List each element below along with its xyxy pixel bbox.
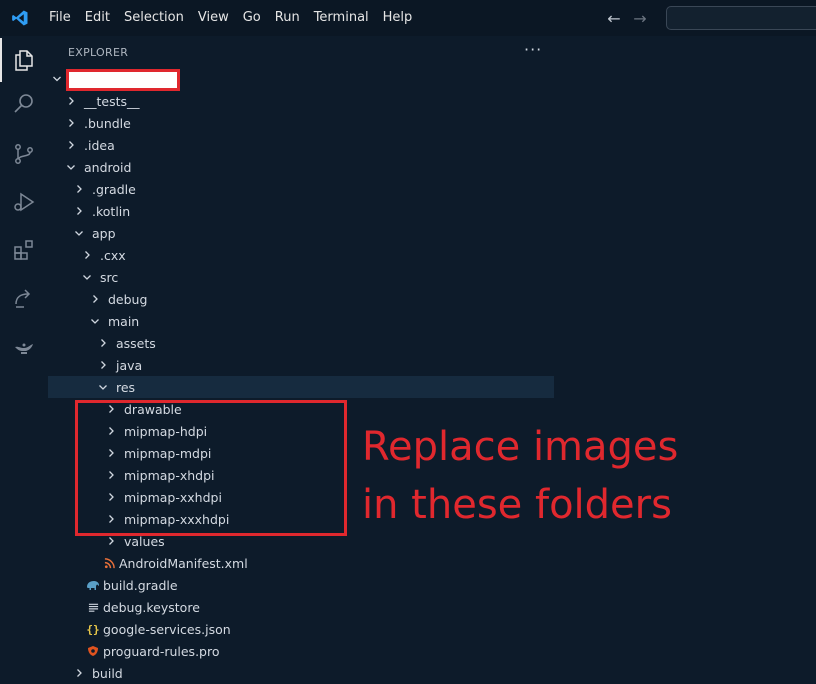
menu-view[interactable]: View (191, 0, 236, 36)
chevron-right-icon[interactable] (66, 118, 80, 128)
tree-item-label: debug.keystore (103, 599, 200, 615)
tree-folder-assets[interactable]: assets (48, 332, 554, 354)
tree-item-label: main (108, 313, 140, 329)
menu-selection[interactable]: Selection (117, 0, 191, 36)
annotation-text: Replace images in these folders (362, 418, 678, 534)
tree-folder-java[interactable]: java (48, 354, 554, 376)
tree-folder-build[interactable]: build (48, 662, 554, 684)
tree-item-label: __tests__ (84, 93, 140, 109)
tree-folder-bundle[interactable]: .bundle (48, 112, 554, 134)
tree-file-build-gradle[interactable]: build.gradle (48, 574, 554, 596)
annotation-line-1: Replace images (362, 424, 679, 470)
tree-item-label: .kotlin (92, 203, 131, 219)
command-center-search[interactable] (666, 6, 816, 30)
tree-item-label: .gradle (92, 181, 136, 197)
tree-folder-tests[interactable]: __tests__ (48, 90, 554, 112)
tree-folder-gradle[interactable]: .gradle (48, 178, 554, 200)
menu-go[interactable]: Go (236, 0, 268, 36)
tree-item-label: .idea (84, 137, 115, 153)
menu-run[interactable]: Run (268, 0, 307, 36)
tree-folder-kotlin[interactable]: .kotlin (48, 200, 554, 222)
tree-folder-main[interactable]: main (48, 310, 554, 332)
navigation-arrows: ← → (606, 0, 648, 36)
explorer-header: EXPLORER (68, 46, 129, 59)
tree-item-label: .bundle (84, 115, 131, 131)
activity-bar (0, 36, 48, 680)
tree-folder-res[interactable]: res (48, 376, 554, 398)
highlight-rectangle (75, 400, 347, 536)
tree-item-label: proguard-rules.pro (103, 643, 220, 659)
vscode-logo-icon[interactable] (8, 6, 32, 30)
extensions-icon[interactable] (10, 236, 38, 264)
chevron-down-icon[interactable] (90, 316, 104, 326)
tree-item-label: AndroidManifest.xml (119, 555, 248, 571)
chevron-right-icon[interactable] (90, 294, 104, 304)
search-icon[interactable] (10, 90, 38, 118)
menu-terminal[interactable]: Terminal (307, 0, 376, 36)
tree-folder-idea[interactable]: .idea (48, 134, 554, 156)
gradle-elephant-icon (86, 579, 100, 591)
json-braces-icon: {} (86, 622, 100, 636)
chevron-down-icon[interactable] (74, 228, 88, 238)
tree-folder-cxx[interactable]: .cxx (48, 244, 554, 266)
forward-arrow-icon[interactable]: → (632, 9, 648, 28)
tree-item-label: app (92, 225, 116, 241)
chevron-down-icon (52, 74, 66, 84)
chevron-down-icon[interactable] (66, 162, 80, 172)
tree-item-label: build (92, 665, 123, 681)
tree-item-label: google-services.json (103, 621, 231, 637)
menu-help[interactable]: Help (376, 0, 420, 36)
menu-edit[interactable]: Edit (78, 0, 117, 36)
tree-item-label: res (116, 379, 136, 395)
rss-icon (102, 557, 116, 569)
back-arrow-icon[interactable]: ← (606, 9, 622, 28)
title-bar: File Edit Selection View Go Run Terminal… (0, 0, 816, 36)
chevron-right-icon[interactable] (106, 536, 120, 546)
annotation-line-2: in these folders (362, 482, 672, 528)
tree-folder-debug[interactable]: debug (48, 288, 554, 310)
tree-file-debug-keystore[interactable]: debug.keystore (48, 596, 554, 618)
chevron-right-icon[interactable] (98, 338, 112, 348)
chevron-right-icon[interactable] (66, 140, 80, 150)
explorer-sidebar: EXPLORER ··· __tests__ .bundle .idea androi… (48, 36, 554, 681)
tree-folder-src[interactable]: src (48, 266, 554, 288)
menu-file[interactable]: File (42, 0, 78, 36)
explorer-files-icon[interactable] (0, 38, 38, 82)
chevron-right-icon[interactable] (74, 184, 88, 194)
tree-folder-android[interactable]: android (48, 156, 554, 178)
tree-item-label: src (100, 269, 119, 285)
remote-explorer-icon[interactable] (10, 284, 38, 312)
run-debug-icon[interactable] (10, 188, 38, 216)
more-actions-icon[interactable]: ··· (524, 40, 542, 59)
chevron-right-icon[interactable] (98, 360, 112, 370)
tree-file-androidmanifest-xml[interactable]: AndroidManifest.xml (48, 552, 554, 574)
chevron-right-icon[interactable] (74, 206, 88, 216)
genie-lamp-icon[interactable] (10, 332, 38, 360)
chevron-right-icon[interactable] (74, 668, 88, 678)
proguard-shield-icon (86, 645, 100, 657)
source-control-icon[interactable] (10, 140, 38, 168)
chevron-right-icon[interactable] (82, 250, 96, 260)
tree-item-label: debug (108, 291, 148, 307)
chevron-down-icon[interactable] (82, 272, 96, 282)
tree-file-proguard-rules-pro[interactable]: proguard-rules.pro (48, 640, 554, 662)
tree-file-google-services-json[interactable]: {} google-services.json (48, 618, 554, 640)
menu-bar: File Edit Selection View Go Run Terminal… (42, 0, 419, 36)
tree-item-label: java (116, 357, 143, 373)
tree-folder-app[interactable]: app (48, 222, 554, 244)
redacted-project-name (66, 69, 180, 91)
chevron-down-icon[interactable] (98, 382, 112, 392)
tree-item-label: android (84, 159, 132, 175)
chevron-right-icon[interactable] (66, 96, 80, 106)
tree-item-label: .cxx (100, 247, 126, 263)
lines-icon (86, 602, 100, 613)
tree-item-label: build.gradle (103, 577, 178, 593)
tree-item-label: assets (116, 335, 156, 351)
